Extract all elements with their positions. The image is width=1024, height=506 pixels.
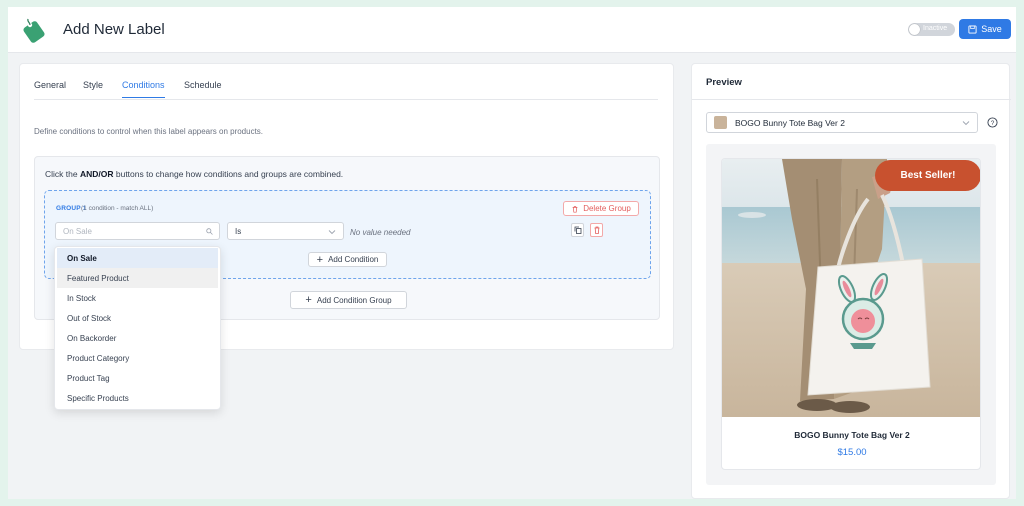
delete-group-button[interactable]: Delete Group	[563, 201, 639, 216]
tab-schedule[interactable]: Schedule	[184, 80, 222, 97]
operator-value: Is	[235, 227, 242, 236]
product-name: BOGO Bunny Tote Bag Ver 2	[794, 430, 910, 440]
top-header: Add New Label Inactive Save	[8, 7, 1016, 53]
save-icon	[968, 24, 977, 34]
condition-field-dropdown: On Sale Featured Product In Stock Out of…	[54, 246, 221, 410]
condition-field-search-input[interactable]: On Sale	[55, 222, 220, 240]
dropdown-option-product-category[interactable]: Product Category	[57, 348, 218, 368]
toggle-label: Inactive	[923, 25, 948, 32]
plus-icon: +	[305, 294, 312, 306]
chevron-down-icon	[962, 121, 970, 126]
save-button[interactable]: Save	[959, 19, 1011, 39]
group-subtitle: (1 condition - match ALL)	[81, 205, 154, 212]
tab-style[interactable]: Style	[83, 80, 103, 97]
tag-logo-icon	[23, 18, 45, 43]
delete-group-label: Delete Group	[583, 204, 631, 213]
delete-condition-button[interactable]	[590, 223, 603, 237]
status-toggle[interactable]: Inactive	[908, 23, 955, 36]
dropdown-option-on-sale[interactable]: On Sale	[57, 248, 218, 268]
preview-title: Preview	[706, 77, 742, 88]
preview-area: Best Seller! BOGO Bunny Tote Bag Ver 2 $…	[706, 144, 996, 485]
page-title: Add New Label	[63, 21, 165, 38]
condition-field-placeholder: On Sale	[63, 227, 92, 236]
product-image	[722, 159, 980, 417]
tab-bar: General Style Conditions Schedule	[34, 79, 658, 100]
search-icon	[206, 228, 213, 235]
andor-hint-bold: AND/OR	[79, 169, 114, 179]
preview-product-select-value: BOGO Bunny Tote Bag Ver 2	[735, 118, 845, 128]
operator-select[interactable]: Is	[227, 222, 344, 240]
product-price: $15.00	[837, 447, 867, 458]
plus-icon: +	[316, 253, 324, 266]
tab-conditions[interactable]: Conditions	[122, 80, 165, 98]
save-label: Save	[981, 24, 1002, 34]
preview-divider	[692, 99, 1011, 100]
dropdown-option-specific-products[interactable]: Specific Products	[57, 388, 218, 408]
dropdown-option-featured-product[interactable]: Featured Product	[57, 268, 218, 288]
chevron-down-icon	[328, 230, 336, 235]
dropdown-option-product-tag[interactable]: Product Tag	[57, 368, 218, 388]
product-card: Best Seller! BOGO Bunny Tote Bag Ver 2 $…	[721, 158, 981, 470]
copy-icon	[574, 226, 581, 234]
app-frame: Add New Label Inactive Save General Styl…	[8, 7, 1016, 499]
no-value-text: No value needed	[350, 228, 411, 237]
preview-product-select[interactable]: BOGO Bunny Tote Bag Ver 2	[706, 112, 978, 133]
help-icon[interactable]: ?	[987, 117, 998, 128]
svg-text:?: ?	[991, 120, 995, 127]
toggle-knob	[909, 24, 920, 35]
conditions-description: Define conditions to control when this l…	[34, 127, 264, 136]
add-condition-group-button[interactable]: + Add Condition Group	[290, 291, 407, 309]
preview-panel: Preview BOGO Bunny Tote Bag Ver 2 ? Best…	[691, 63, 1011, 499]
add-condition-label: Add Condition	[328, 255, 379, 264]
duplicate-condition-button[interactable]	[571, 223, 584, 237]
best-seller-badge: Best Seller!	[875, 160, 980, 191]
dropdown-option-out-of-stock[interactable]: Out of Stock	[57, 308, 218, 328]
trash-icon	[572, 205, 578, 213]
trash-icon	[594, 226, 599, 234]
andor-hint: Click the AND/OR buttons to change how c…	[45, 169, 344, 179]
product-thumbnail	[714, 116, 727, 129]
add-condition-button[interactable]: + Add Condition	[308, 252, 387, 267]
dropdown-option-in-stock[interactable]: In Stock	[57, 288, 218, 308]
dropdown-option-on-backorder[interactable]: On Backorder	[57, 328, 218, 348]
tab-general[interactable]: General	[34, 80, 66, 97]
add-group-label: Add Condition Group	[316, 295, 392, 305]
